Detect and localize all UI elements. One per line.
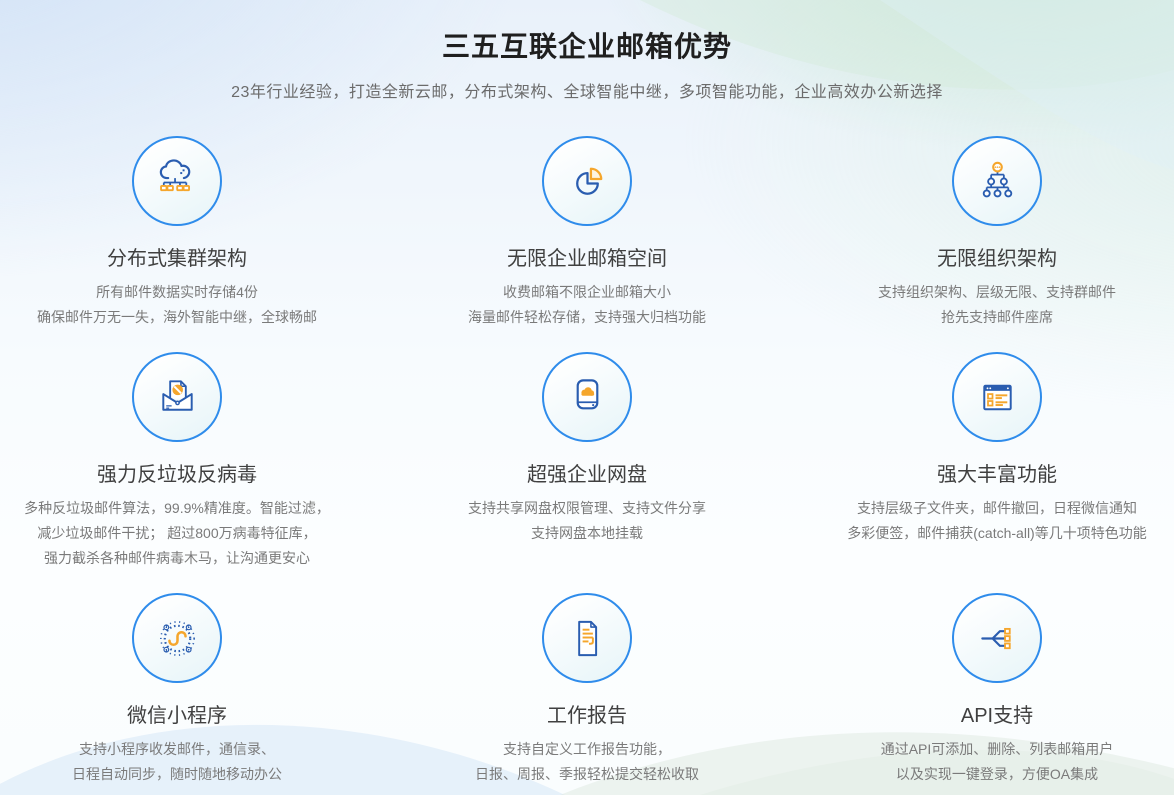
feature-title: 强力反垃圾反病毒 xyxy=(0,461,382,489)
feature-icon-circle xyxy=(132,352,222,442)
feature-desc-line: 多种反垃圾邮件算法，99.9%精准度。智能过滤， xyxy=(0,496,382,521)
feature-desc-line: 支持组织架构、层级无限、支持群邮件 xyxy=(792,280,1174,305)
feature-desc-line: 多彩便签，邮件捕获(catch-all)等几十项特色功能 xyxy=(792,521,1174,546)
feature-description: 支持组织架构、层级无限、支持群邮件抢先支持邮件座席 xyxy=(792,280,1174,330)
feature-icon-circle xyxy=(952,593,1042,683)
feature-title: 工作报告 xyxy=(382,702,792,730)
section-header: 三五互联企业邮箱优势 23年行业经验，打造全新云邮，分布式架构、全球智能中继，多… xyxy=(0,0,1174,102)
feature-description: 收费邮箱不限企业邮箱大小海量邮件轻松存储，支持强大归档功能 xyxy=(382,280,792,330)
feature-desc-line: 海量邮件轻松存储，支持强大归档功能 xyxy=(382,305,792,330)
feature-desc-line: 收费邮箱不限企业邮箱大小 xyxy=(382,280,792,305)
window-list-icon xyxy=(974,374,1021,421)
page-subtitle: 23年行业经验，打造全新云邮，分布式架构、全球智能中继，多项智能功能，企业高效办… xyxy=(0,78,1174,102)
cloud-disk-icon xyxy=(564,374,611,421)
feature-icon-circle xyxy=(132,136,222,226)
features-grid: 分布式集群架构 所有邮件数据实时存储4份确保邮件万无一失，海外智能中继，全球畅邮… xyxy=(0,136,1174,787)
feature-card-anti-spam-virus: 强力反垃圾反病毒 多种反垃圾邮件算法，99.9%精准度。智能过滤，减少垃圾邮件干… xyxy=(0,352,382,571)
feature-card-unlimited-org: 无限组织架构 支持组织架构、层级无限、支持群邮件抢先支持邮件座席 xyxy=(792,136,1174,330)
feature-icon-circle xyxy=(542,593,632,683)
feature-card-distributed-cluster: 分布式集群架构 所有邮件数据实时存储4份确保邮件万无一失，海外智能中继，全球畅邮 xyxy=(0,136,382,330)
page: { "header": { "title": "三五互联企业邮箱优势", "su… xyxy=(0,0,1174,795)
feature-description: 通过API可添加、删除、列表邮箱用户以及实现一键登录，方便OA集成 xyxy=(792,737,1174,787)
feature-card-mini-program: 微信小程序 支持小程序收发邮件，通信录、日程自动同步，随时随地移动办公 xyxy=(0,593,382,787)
feature-title: 无限企业邮箱空间 xyxy=(382,245,792,273)
feature-desc-line: 日程自动同步，随时随地移动办公 xyxy=(0,762,382,787)
feature-card-unlimited-space: 无限企业邮箱空间 收费邮箱不限企业邮箱大小海量邮件轻松存储，支持强大归档功能 xyxy=(382,136,792,330)
feature-card-rich-features: 强大丰富功能 支持层级子文件夹，邮件撤回，日程微信通知多彩便签，邮件捕获(cat… xyxy=(792,352,1174,571)
feature-icon-circle xyxy=(952,352,1042,442)
feature-description: 支持自定义工作报告功能，日报、周报、季报轻松提交轻松收取 xyxy=(382,737,792,787)
api-branch-icon xyxy=(974,615,1021,662)
feature-description: 支持共享网盘权限管理、支持文件分享支持网盘本地挂载 xyxy=(382,496,792,546)
cloud-network-icon xyxy=(154,158,201,205)
feature-desc-line: 抢先支持邮件座席 xyxy=(792,305,1174,330)
advantages-section: 三五互联企业邮箱优势 23年行业经验，打造全新云邮，分布式架构、全球智能中继，多… xyxy=(0,0,1174,787)
feature-title: 强大丰富功能 xyxy=(792,461,1174,489)
feature-title: 超强企业网盘 xyxy=(382,461,792,489)
mini-program-qr-icon xyxy=(154,615,201,662)
feature-description: 支持小程序收发邮件，通信录、日程自动同步，随时随地移动办公 xyxy=(0,737,382,787)
feature-desc-line: 通过API可添加、删除、列表邮箱用户 xyxy=(792,737,1174,762)
feature-description: 支持层级子文件夹，邮件撤回，日程微信通知多彩便签，邮件捕获(catch-all)… xyxy=(792,496,1174,546)
page-title: 三五互联企业邮箱优势 xyxy=(0,25,1174,65)
feature-card-api-support: API支持 通过API可添加、删除、列表邮箱用户以及实现一键登录，方便OA集成 xyxy=(792,593,1174,787)
report-document-icon xyxy=(564,615,611,662)
feature-desc-line: 日报、周报、季报轻松提交轻松收取 xyxy=(382,762,792,787)
feature-desc-line: 支持共享网盘权限管理、支持文件分享 xyxy=(382,496,792,521)
feature-title: 分布式集群架构 xyxy=(0,245,382,273)
feature-icon-circle xyxy=(132,593,222,683)
feature-icon-circle xyxy=(542,352,632,442)
feature-icon-circle xyxy=(952,136,1042,226)
feature-description: 所有邮件数据实时存储4份确保邮件万无一失，海外智能中继，全球畅邮 xyxy=(0,280,382,330)
feature-desc-line: 支持网盘本地挂载 xyxy=(382,521,792,546)
pie-chart-icon xyxy=(564,158,611,205)
feature-card-enterprise-netdisk: 超强企业网盘 支持共享网盘权限管理、支持文件分享支持网盘本地挂载 xyxy=(382,352,792,571)
feature-desc-line: 支持层级子文件夹，邮件撤回，日程微信通知 xyxy=(792,496,1174,521)
feature-description: 多种反垃圾邮件算法，99.9%精准度。智能过滤，减少垃圾邮件干扰； 超过800万… xyxy=(0,496,382,571)
org-chart-icon xyxy=(974,158,1021,205)
feature-desc-line: 确保邮件万无一失，海外智能中继，全球畅邮 xyxy=(0,305,382,330)
feature-desc-line: 减少垃圾邮件干扰； 超过800万病毒特征库， xyxy=(0,521,382,546)
feature-icon-circle xyxy=(542,136,632,226)
feature-desc-line: 以及实现一键登录，方便OA集成 xyxy=(792,762,1174,787)
feature-desc-line: 强力截杀各种邮件病毒木马，让沟通更安心 xyxy=(0,546,382,571)
feature-title: 微信小程序 xyxy=(0,702,382,730)
feature-card-work-report: 工作报告 支持自定义工作报告功能，日报、周报、季报轻松提交轻松收取 xyxy=(382,593,792,787)
anti-spam-mail-icon xyxy=(154,374,201,421)
feature-desc-line: 所有邮件数据实时存储4份 xyxy=(0,280,382,305)
feature-title: 无限组织架构 xyxy=(792,245,1174,273)
feature-desc-line: 支持小程序收发邮件，通信录、 xyxy=(0,737,382,762)
feature-title: API支持 xyxy=(792,702,1174,730)
feature-desc-line: 支持自定义工作报告功能， xyxy=(382,737,792,762)
